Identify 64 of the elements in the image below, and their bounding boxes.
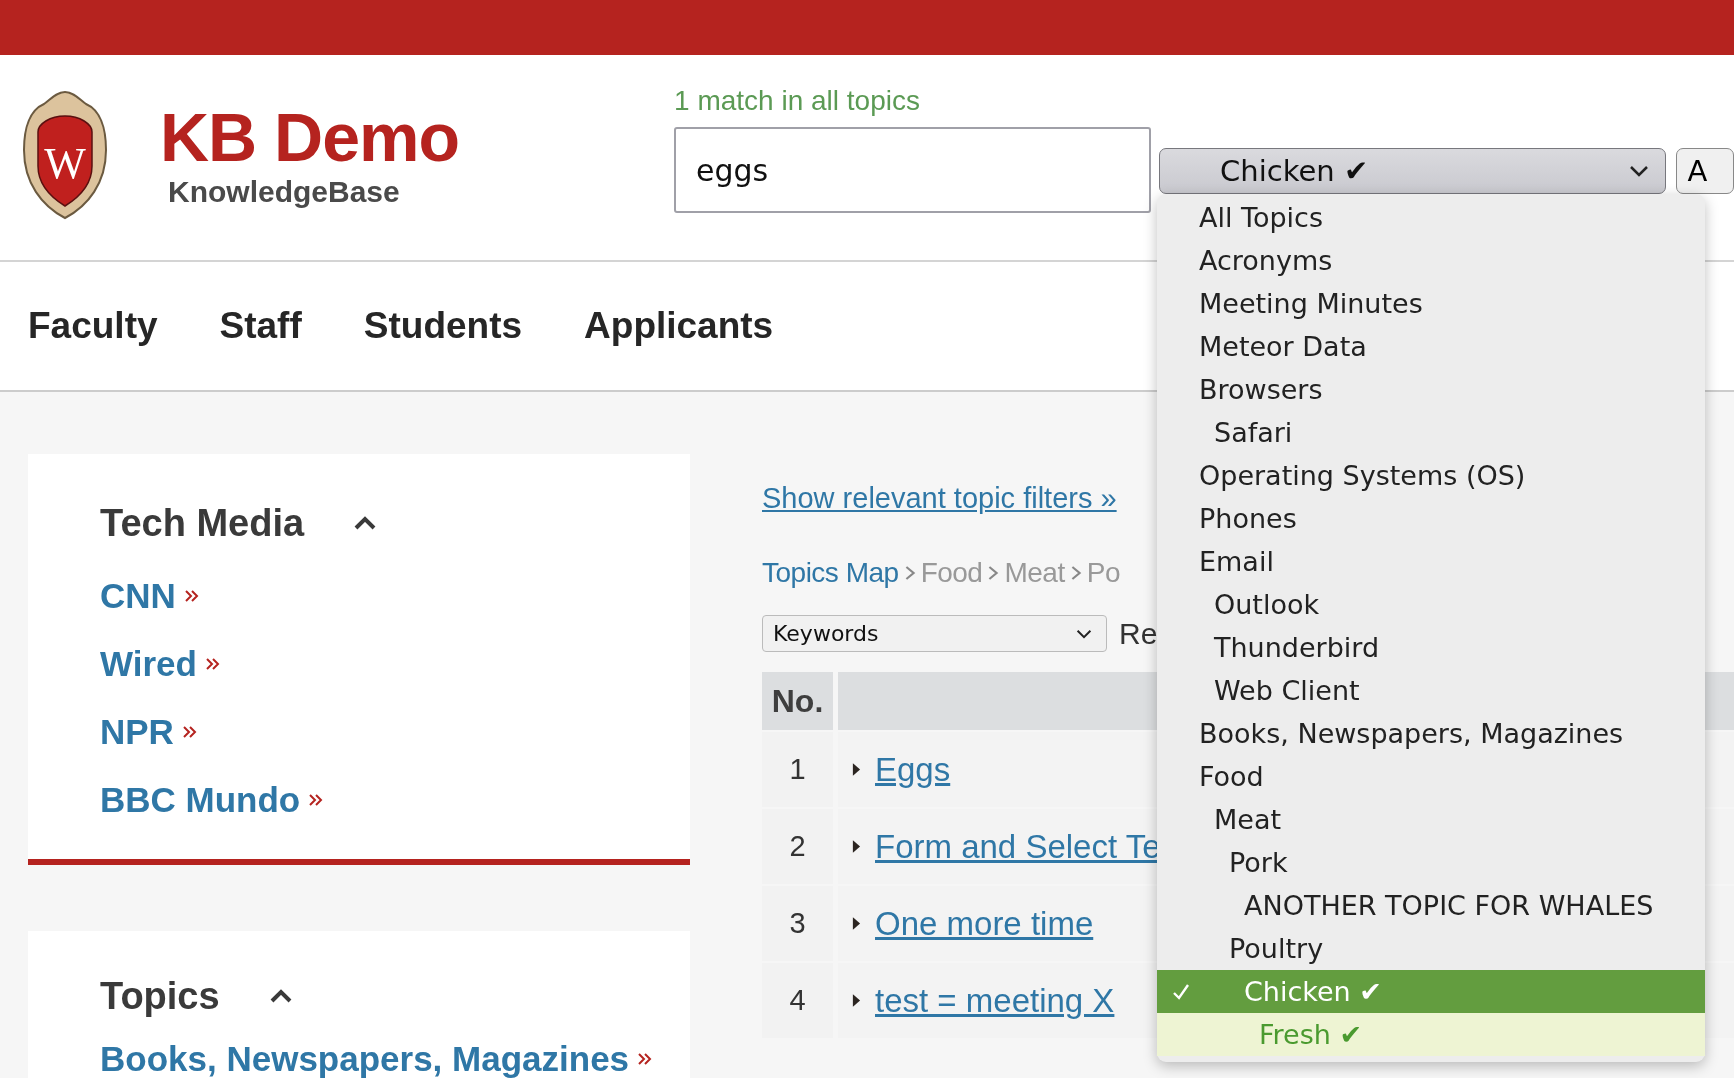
- chevron-down-icon: [1629, 165, 1650, 177]
- menu-option[interactable]: Email: [1157, 540, 1705, 583]
- caret-up-icon[interactable]: [354, 516, 377, 530]
- double-chevron-icon: [204, 656, 221, 672]
- row-number: 2: [762, 809, 833, 884]
- double-chevron-icon: [637, 1051, 654, 1067]
- double-chevron-icon: [181, 724, 198, 740]
- nav-link[interactable]: Students: [363, 305, 523, 347]
- expand-triangle-icon[interactable]: [852, 839, 861, 854]
- search-field[interactable]: eggs: [674, 127, 1152, 213]
- chevron-down-icon: [1076, 628, 1092, 639]
- result-link[interactable]: Eggs: [875, 750, 951, 789]
- row-number: 1: [762, 732, 833, 807]
- menu-option[interactable]: Web Client: [1157, 669, 1705, 712]
- menu-option[interactable]: Meat: [1157, 798, 1705, 841]
- menu-option[interactable]: Meeting Minutes: [1157, 282, 1705, 325]
- menu-option[interactable]: Pork: [1157, 841, 1705, 884]
- card-title: Topics: [100, 974, 220, 1018]
- sidebar-link[interactable]: BBC Mundo: [100, 780, 301, 820]
- site-subtitle: KnowledgeBase: [168, 174, 401, 209]
- menu-option[interactable]: Meteor Data: [1157, 325, 1705, 368]
- double-chevron-icon: [183, 588, 200, 604]
- double-chevron-icon: [308, 792, 325, 808]
- menu-option[interactable]: Poultry: [1157, 927, 1705, 970]
- match-count: 1 match in all topics: [674, 85, 921, 118]
- sidebar-link[interactable]: NPR: [100, 712, 174, 752]
- menu-option[interactable]: Food: [1157, 755, 1705, 798]
- expand-triangle-icon[interactable]: [852, 993, 861, 1008]
- menu-option[interactable]: Books, Newspapers, Magazines: [1157, 712, 1705, 755]
- result-link[interactable]: One more time: [875, 904, 1094, 943]
- sidebar-link[interactable]: Wired: [100, 644, 197, 684]
- menu-option[interactable]: Phones: [1157, 497, 1705, 540]
- menu-option[interactable]: Safari: [1157, 411, 1705, 454]
- search-button[interactable]: A: [1676, 148, 1734, 194]
- site-title: KB Demo: [160, 102, 460, 171]
- menu-option[interactable]: Browsers: [1157, 368, 1705, 411]
- breadcrumb-item: Food: [920, 557, 983, 589]
- topic-filters-link[interactable]: Show relevant topic filters »: [762, 482, 1117, 515]
- menu-option[interactable]: Acronyms: [1157, 239, 1705, 282]
- breadcrumb-link[interactable]: Topics Map: [762, 557, 899, 589]
- menu-option[interactable]: Operating Systems (OS): [1157, 454, 1705, 497]
- menu-option[interactable]: Outlook: [1157, 583, 1705, 626]
- card-title: Tech Media: [100, 501, 305, 545]
- nav-link[interactable]: Faculty: [28, 305, 158, 347]
- expand-triangle-icon[interactable]: [852, 916, 861, 931]
- breadcrumb-item: Meat: [1004, 557, 1065, 589]
- result-link[interactable]: test = meeting X: [875, 981, 1115, 1020]
- sidebar-link[interactable]: CNN: [100, 576, 176, 616]
- checkmark-icon: [1171, 982, 1191, 1002]
- nav-link[interactable]: Staff: [219, 305, 302, 347]
- caret-up-icon[interactable]: [269, 989, 292, 1003]
- breadcrumb-item: Po: [1086, 557, 1120, 589]
- menu-option[interactable]: All Topics: [1157, 196, 1705, 239]
- menu-option[interactable]: ANOTHER TOPIC FOR WHALES: [1157, 884, 1705, 927]
- column-header: No.: [762, 672, 833, 730]
- sidebar-link[interactable]: Books, Newspapers, Magazines: [100, 1039, 630, 1078]
- topic-select[interactable]: Chicken ✔: [1159, 148, 1667, 194]
- nav-link[interactable]: Applicants: [584, 305, 774, 347]
- row-number: 3: [762, 886, 833, 961]
- row-number: 4: [762, 963, 833, 1038]
- expand-triangle-icon[interactable]: [852, 762, 861, 777]
- menu-option[interactable]: Thunderbird: [1157, 626, 1705, 669]
- sort-select[interactable]: Keywords: [762, 615, 1107, 652]
- results-label: Re: [1119, 616, 1158, 651]
